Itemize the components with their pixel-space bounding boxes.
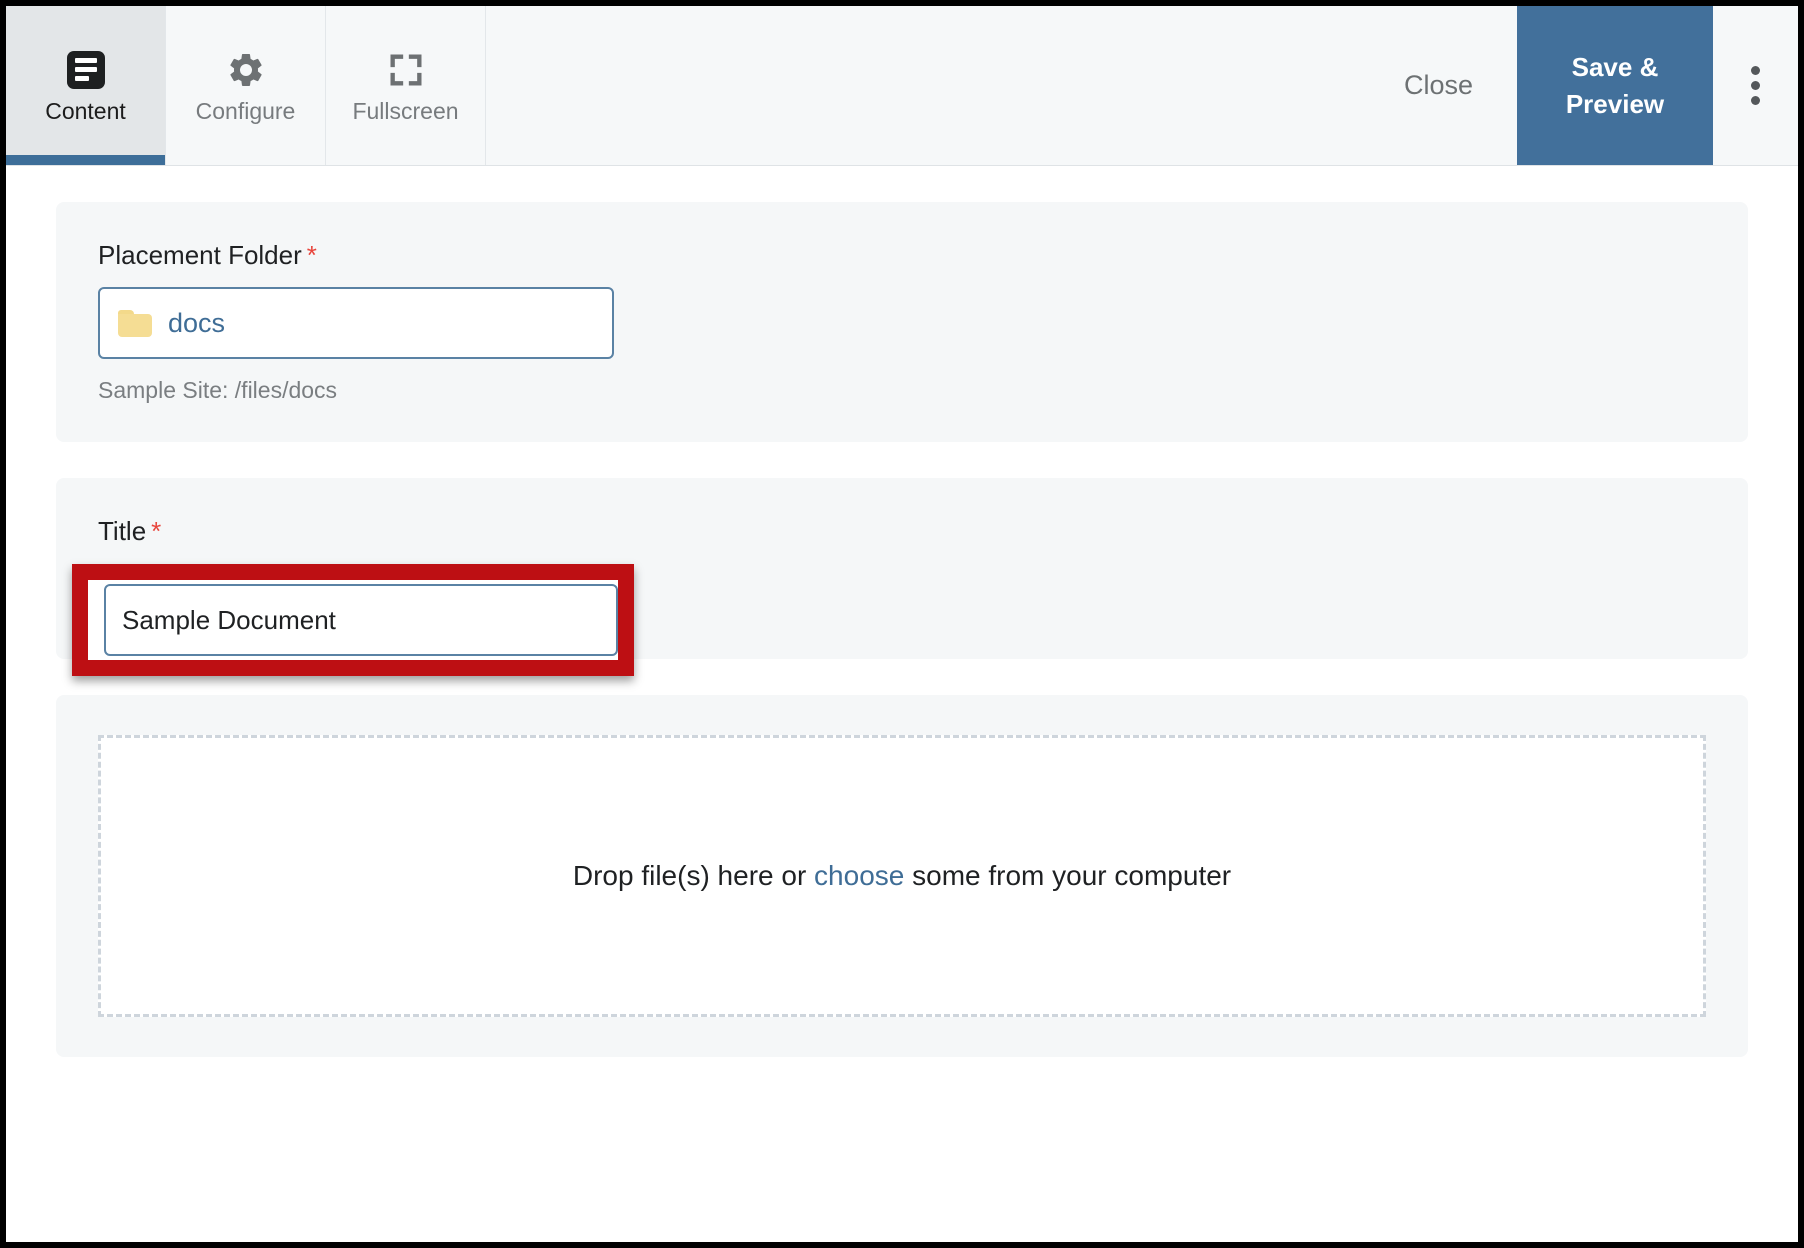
- tab-content[interactable]: Content: [6, 6, 166, 165]
- save-preview-line-2: Preview: [1565, 88, 1665, 119]
- gear-icon: [225, 49, 267, 91]
- toolbar-spacer: [486, 6, 1360, 165]
- dropzone-instruction: Drop file(s) here or choose some from yo…: [573, 860, 1231, 892]
- file-dropzone[interactable]: Drop file(s) here or choose some from yo…: [98, 735, 1706, 1017]
- save-preview-line-1: Save &: [1571, 52, 1659, 83]
- placement-folder-label: Placement Folder *: [98, 240, 1706, 271]
- form-body: Placement Folder * docs Sample Site: /fil…: [6, 166, 1798, 1241]
- dropzone-text-before: Drop file(s) here or: [572, 860, 815, 891]
- dropzone-text-after: some from your computer: [904, 860, 1232, 891]
- tab-fullscreen[interactable]: Fullscreen: [326, 6, 486, 165]
- content-lines-icon: [65, 49, 107, 91]
- placement-folder-input[interactable]: docs: [98, 287, 614, 359]
- required-asterisk: *: [306, 240, 317, 270]
- folder-icon: [118, 309, 152, 337]
- save-and-preview-button[interactable]: Save & Preview: [1517, 6, 1713, 165]
- top-toolbar: Content Configure Fullscreen Close Save …: [6, 6, 1798, 166]
- close-button[interactable]: Close: [1359, 6, 1517, 165]
- title-input[interactable]: [104, 584, 618, 656]
- tab-configure[interactable]: Configure: [166, 6, 326, 165]
- title-label-text: Title: [98, 516, 147, 546]
- more-vertical-icon: [1751, 66, 1760, 105]
- placement-folder-panel: Placement Folder * docs Sample Site: /fil…: [56, 202, 1748, 442]
- placement-folder-value: docs: [168, 307, 226, 338]
- tab-fullscreen-label: Fullscreen: [352, 97, 459, 124]
- required-asterisk: *: [151, 516, 162, 546]
- fullscreen-icon: [385, 49, 427, 91]
- placement-folder-label-text: Placement Folder: [98, 240, 302, 270]
- tab-content-label: Content: [45, 97, 126, 124]
- tab-configure-label: Configure: [195, 97, 296, 124]
- more-options-button[interactable]: [1713, 6, 1798, 165]
- app-window: Content Configure Fullscreen Close Save …: [0, 0, 1804, 1248]
- annotation-highlight-box: [72, 564, 634, 676]
- placement-folder-helper-text: Sample Site: /files/docs: [98, 377, 338, 403]
- choose-file-link[interactable]: choose: [814, 860, 904, 891]
- file-upload-panel: Drop file(s) here or choose some from yo…: [56, 695, 1748, 1057]
- title-label: Title *: [98, 516, 1706, 547]
- title-panel: Title *: [56, 478, 1748, 676]
